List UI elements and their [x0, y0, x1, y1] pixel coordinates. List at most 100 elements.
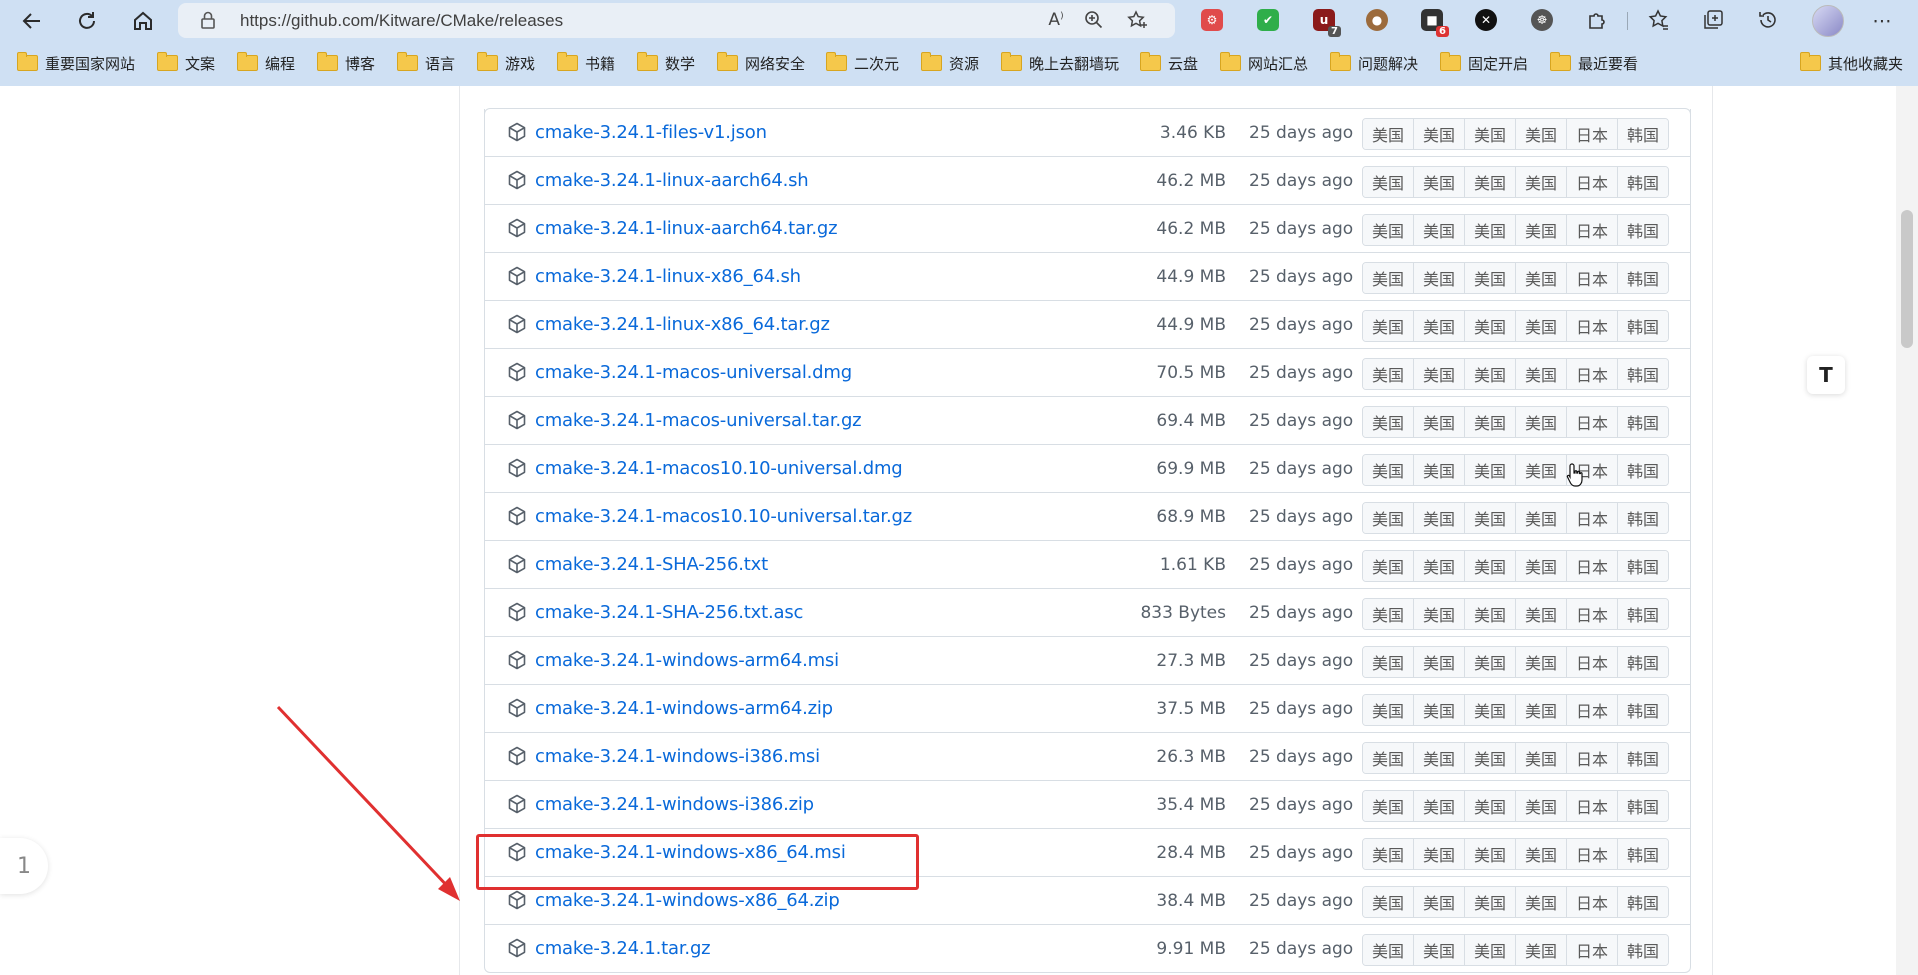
asset-link[interactable]: cmake-3.24.1-macos10.10-universal.dmg [535, 458, 903, 479]
mirror-button[interactable]: 美国 [1363, 263, 1414, 293]
mirror-button[interactable]: 韩国 [1618, 215, 1668, 245]
mirror-button[interactable]: 美国 [1363, 791, 1414, 821]
mirror-button[interactable]: 美国 [1465, 407, 1516, 437]
mirror-button[interactable]: 美国 [1465, 743, 1516, 773]
mirror-button[interactable]: 美国 [1363, 695, 1414, 725]
mirror-button[interactable]: 日本 [1567, 935, 1618, 965]
red-settings-ext-icon[interactable]: ⚙ [1201, 9, 1223, 31]
mirror-button[interactable]: 日本 [1567, 743, 1618, 773]
asset-link[interactable]: cmake-3.24.1-linux-x86_64.tar.gz [535, 314, 830, 335]
mirror-button[interactable]: 美国 [1516, 359, 1567, 389]
mirror-button[interactable]: 美国 [1363, 935, 1414, 965]
url-text[interactable]: https://github.com/Kitware/CMake/release… [240, 11, 563, 31]
bookmark-folder[interactable]: 数学 [637, 52, 695, 74]
bookmark-folder[interactable]: 重要国家网站 [17, 52, 135, 74]
mirror-button[interactable]: 韩国 [1618, 695, 1668, 725]
mirror-button[interactable]: 美国 [1414, 311, 1465, 341]
zoom-icon[interactable] [1082, 10, 1106, 32]
mirror-button[interactable]: 美国 [1465, 599, 1516, 629]
ext-badge-icon[interactable]: ■ 6 [1421, 9, 1449, 37]
mirror-button[interactable]: 美国 [1516, 887, 1567, 917]
mirror-button[interactable]: 美国 [1414, 599, 1465, 629]
mirror-button[interactable]: 日本 [1567, 599, 1618, 629]
bookmark-folder[interactable]: 资源 [921, 52, 979, 74]
mirror-button[interactable]: 美国 [1465, 503, 1516, 533]
asset-link[interactable]: cmake-3.24.1-windows-i386.msi [535, 746, 820, 767]
x-ext-icon[interactable]: ✕ [1475, 9, 1497, 31]
favorites-icon[interactable] [1647, 9, 1671, 33]
mirror-button[interactable]: 美国 [1414, 647, 1465, 677]
mirror-button[interactable]: 日本 [1567, 647, 1618, 677]
ublock-ext-icon[interactable]: u7 [1313, 9, 1341, 37]
mirror-button[interactable]: 美国 [1465, 359, 1516, 389]
mirror-button[interactable]: 日本 [1567, 215, 1618, 245]
mirror-button[interactable]: 日本 [1567, 791, 1618, 821]
mirror-button[interactable]: 美国 [1414, 503, 1465, 533]
asset-link[interactable]: cmake-3.24.1-macos10.10-universal.tar.gz [535, 506, 912, 527]
mirror-button[interactable]: 美国 [1414, 167, 1465, 197]
mirror-button[interactable]: 韩国 [1618, 119, 1668, 149]
add-favorite-icon[interactable] [1126, 10, 1150, 32]
mirror-button[interactable]: 韩国 [1618, 647, 1668, 677]
mirror-button[interactable]: 美国 [1414, 407, 1465, 437]
cookie-ext-icon[interactable]: ● [1366, 9, 1388, 31]
mirror-button[interactable]: 美国 [1465, 455, 1516, 485]
bookmark-folder[interactable]: 博客 [317, 52, 375, 74]
mirror-button[interactable]: 日本 [1567, 167, 1618, 197]
mirror-button[interactable]: 日本 [1567, 503, 1618, 533]
profile-avatar[interactable] [1812, 5, 1844, 37]
mirror-button[interactable]: 韩国 [1618, 599, 1668, 629]
mirror-button[interactable]: 美国 [1414, 215, 1465, 245]
home-button[interactable] [127, 8, 159, 34]
mirror-button[interactable]: 韩国 [1618, 359, 1668, 389]
asset-link[interactable]: cmake-3.24.1-windows-i386.zip [535, 794, 814, 815]
bookmark-folder[interactable]: 网站汇总 [1220, 52, 1308, 74]
mirror-button[interactable]: 日本 [1567, 311, 1618, 341]
read-aloud-icon[interactable]: A) [1044, 10, 1068, 32]
bookmark-folder[interactable]: 二次元 [826, 52, 899, 74]
mirror-button[interactable]: 美国 [1414, 263, 1465, 293]
side-page-indicator[interactable]: 1 [0, 838, 48, 894]
reload-button[interactable] [71, 8, 103, 34]
asset-link[interactable]: cmake-3.24.1-SHA-256.txt [535, 554, 768, 575]
bookmark-folder[interactable]: 最近要看 [1550, 52, 1638, 74]
back-button[interactable] [16, 8, 48, 34]
mirror-button[interactable]: 日本 [1567, 359, 1618, 389]
mirror-button[interactable]: 日本 [1567, 695, 1618, 725]
asset-link[interactable]: cmake-3.24.1-macos-universal.tar.gz [535, 410, 862, 431]
mirror-button[interactable]: 美国 [1363, 887, 1414, 917]
vertical-scrollbar[interactable] [1896, 86, 1918, 975]
asset-link[interactable]: cmake-3.24.1-windows-arm64.msi [535, 650, 839, 671]
mirror-button[interactable]: 美国 [1465, 647, 1516, 677]
bookmark-folder[interactable]: 网络安全 [717, 52, 805, 74]
mirror-button[interactable]: 美国 [1363, 119, 1414, 149]
mirror-button[interactable]: 韩国 [1618, 839, 1668, 869]
mirror-button[interactable]: 美国 [1363, 455, 1414, 485]
mirror-button[interactable]: 美国 [1516, 935, 1567, 965]
mirror-button[interactable]: 美国 [1516, 551, 1567, 581]
asset-link[interactable]: cmake-3.24.1-linux-aarch64.tar.gz [535, 218, 838, 239]
scrollbar-thumb[interactable] [1901, 210, 1913, 348]
mirror-button[interactable]: 美国 [1414, 119, 1465, 149]
mirror-button[interactable]: 美国 [1516, 647, 1567, 677]
mirror-button[interactable]: 日本 [1567, 839, 1618, 869]
mirror-button[interactable]: 美国 [1465, 695, 1516, 725]
mirror-button[interactable]: 美国 [1516, 407, 1567, 437]
mirror-button[interactable]: 美国 [1363, 407, 1414, 437]
mirror-button[interactable]: 日本 [1567, 551, 1618, 581]
green-shield-ext-icon[interactable]: ✔ [1257, 9, 1279, 31]
mirror-button[interactable]: 美国 [1363, 311, 1414, 341]
asset-link[interactable]: cmake-3.24.1-macos-universal.dmg [535, 362, 852, 383]
bookmark-folder[interactable]: 编程 [237, 52, 295, 74]
mirror-button[interactable]: 美国 [1414, 455, 1465, 485]
asset-link[interactable]: cmake-3.24.1-linux-aarch64.sh [535, 170, 809, 191]
mirror-button[interactable]: 美国 [1363, 167, 1414, 197]
mirror-button[interactable]: 美国 [1516, 263, 1567, 293]
bookmark-folder[interactable]: 游戏 [477, 52, 535, 74]
mirror-button[interactable]: 韩国 [1618, 455, 1668, 485]
mirror-button[interactable]: 美国 [1516, 215, 1567, 245]
mirror-button[interactable]: 美国 [1414, 551, 1465, 581]
bookmark-folder[interactable]: 固定开启 [1440, 52, 1528, 74]
mirror-button[interactable]: 美国 [1414, 887, 1465, 917]
bookmark-folder[interactable]: 云盘 [1140, 52, 1198, 74]
